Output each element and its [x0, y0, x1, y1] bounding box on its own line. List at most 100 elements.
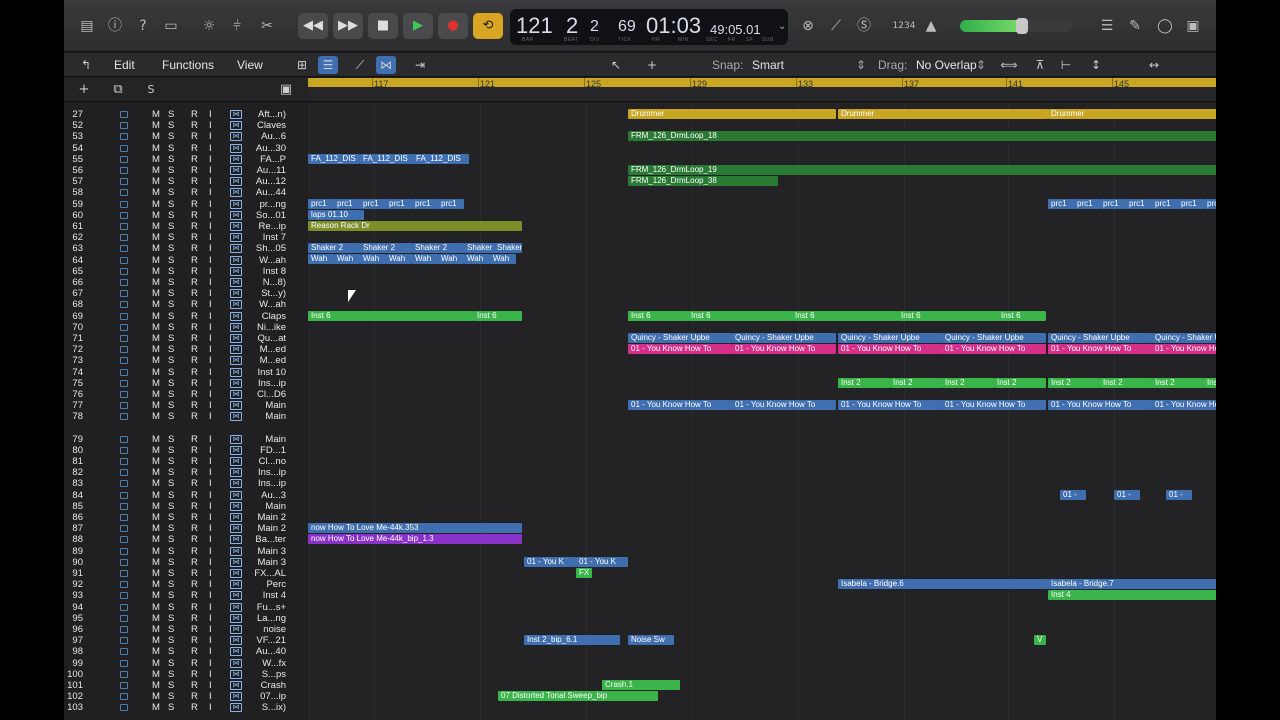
- track-name[interactable]: 07...ip: [226, 691, 286, 702]
- input-monitor-button[interactable]: I: [209, 243, 212, 254]
- region[interactable]: Inst 2: [994, 378, 1046, 388]
- mute-button[interactable]: M: [152, 277, 160, 288]
- track-name[interactable]: M...ed: [226, 355, 286, 366]
- input-monitor-button[interactable]: I: [209, 322, 212, 333]
- volume-knob[interactable]: [1016, 18, 1028, 34]
- input-monitor-button[interactable]: I: [209, 221, 212, 232]
- track-name[interactable]: Ins...ip: [226, 467, 286, 478]
- region[interactable]: Inst 6: [474, 311, 522, 321]
- solo-button[interactable]: S: [168, 490, 174, 501]
- input-monitor-button[interactable]: I: [209, 658, 212, 669]
- track-row[interactable]: 55 M S R I ⋈ FA...P: [64, 154, 308, 165]
- region[interactable]: Inst 2_bip_6.1: [524, 635, 620, 645]
- record-enable-button[interactable]: R: [191, 232, 198, 243]
- record-enable-button[interactable]: R: [191, 176, 198, 187]
- region[interactable]: Inst 6: [628, 311, 688, 321]
- track-name[interactable]: S...ps: [226, 669, 286, 680]
- track-name[interactable]: Re...ip: [226, 221, 286, 232]
- track-row[interactable]: 80 M S R I ⋈ FD...1: [64, 445, 308, 456]
- mute-button[interactable]: M: [152, 109, 160, 120]
- solo-button[interactable]: S: [168, 277, 174, 288]
- mute-button[interactable]: M: [152, 702, 160, 713]
- solo-button[interactable]: S: [168, 299, 174, 310]
- track-row[interactable]: 91 M S R I ⋈ FX...AL: [64, 568, 308, 579]
- lcd-display[interactable]: 121 2 2 69 01:03 49:05.01 BAR BEAT DIV T…: [510, 9, 788, 45]
- input-monitor-button[interactable]: I: [209, 176, 212, 187]
- mute-button[interactable]: M: [152, 367, 160, 378]
- solo-button[interactable]: S: [168, 344, 174, 355]
- solo-button[interactable]: S: [168, 187, 174, 198]
- input-monitor-button[interactable]: I: [209, 501, 212, 512]
- record-enable-button[interactable]: R: [191, 266, 198, 277]
- track-row[interactable]: 99 M S R I ⋈ W...fx: [64, 658, 308, 669]
- input-monitor-button[interactable]: I: [209, 411, 212, 422]
- region[interactable]: Drummer: [1048, 109, 1216, 119]
- solo-button[interactable]: S: [168, 411, 174, 422]
- record-enable-button[interactable]: R: [191, 624, 198, 635]
- track-row[interactable]: 27 M S R I ⋈ Aft...n): [64, 109, 308, 120]
- input-monitor-button[interactable]: I: [209, 635, 212, 646]
- track-row[interactable]: 100 M S R I ⋈ S...ps: [64, 669, 308, 680]
- track-name[interactable]: Inst 10: [226, 367, 286, 378]
- mute-button[interactable]: M: [152, 187, 160, 198]
- solo-button[interactable]: S: [168, 579, 174, 590]
- region[interactable]: prc1: [386, 199, 412, 209]
- region[interactable]: Inst 6: [998, 311, 1046, 321]
- solo-icon[interactable]: Ⓢ: [853, 15, 875, 37]
- region[interactable]: FX: [576, 568, 592, 578]
- record-enable-button[interactable]: R: [191, 165, 198, 176]
- region[interactable]: Quincy - Shaker Upbe: [1152, 333, 1216, 343]
- region[interactable]: Inst 6: [688, 311, 792, 321]
- solo-button[interactable]: S: [168, 467, 174, 478]
- region[interactable]: Inst 2: [1152, 378, 1204, 388]
- region[interactable]: laps 01.10: [308, 210, 364, 220]
- solo-button[interactable]: S: [168, 266, 174, 277]
- region[interactable]: FRM_126_DrmLoop_38: [628, 176, 778, 186]
- grid-view-icon[interactable]: ⊞: [292, 56, 312, 74]
- track-row[interactable]: 82 M S R I ⋈ Ins...ip: [64, 467, 308, 478]
- metronome-icon[interactable]: ▲: [920, 15, 942, 37]
- region[interactable]: FA_112_DIS: [308, 154, 360, 164]
- region[interactable]: Inst 6: [308, 311, 474, 321]
- mute-button[interactable]: M: [152, 467, 160, 478]
- input-monitor-button[interactable]: I: [209, 568, 212, 579]
- input-monitor-button[interactable]: I: [209, 210, 212, 221]
- track-name[interactable]: W...ah: [226, 255, 286, 266]
- track-row[interactable]: 72 M S R I ⋈ M...ed: [64, 344, 308, 355]
- track-name[interactable]: Au...30: [226, 143, 286, 154]
- mute-button[interactable]: M: [152, 120, 160, 131]
- duplicate-track-icon[interactable]: ⧉: [108, 81, 128, 99]
- track-row[interactable]: 68 M S R I ⋈ W...ah: [64, 299, 308, 310]
- browsers-icon[interactable]: ▣: [1182, 15, 1204, 37]
- rewind-button[interactable]: ◀◀: [298, 13, 328, 39]
- solo-button[interactable]: S: [168, 478, 174, 489]
- track-name[interactable]: Sh...05: [226, 243, 286, 254]
- help-icon[interactable]: ?: [132, 15, 154, 37]
- mute-button[interactable]: M: [152, 546, 160, 557]
- mute-button[interactable]: M: [152, 590, 160, 601]
- mute-button[interactable]: M: [152, 378, 160, 389]
- region[interactable]: Shaker 2: [308, 243, 360, 253]
- track-row[interactable]: 69 M S R I ⋈ Claps: [64, 311, 308, 322]
- region[interactable]: Quincy - Shaker Upbe: [942, 333, 1046, 343]
- region[interactable]: 01 - You Know How To: [1152, 344, 1216, 354]
- track-name[interactable]: Main 2: [226, 512, 286, 523]
- tuner-icon[interactable]: ⟋: [825, 15, 847, 37]
- solo-button[interactable]: S: [168, 635, 174, 646]
- track-row[interactable]: 97 M S R I ⋈ VF...21: [64, 635, 308, 646]
- fast-forward-button[interactable]: ▶▶: [333, 13, 363, 39]
- track-name[interactable]: Ins...ip: [226, 478, 286, 489]
- region[interactable]: prc1: [1152, 199, 1178, 209]
- input-monitor-button[interactable]: I: [209, 691, 212, 702]
- bar-ruler[interactable]: 117 121 125 129 133 137 141 145: [308, 78, 1216, 102]
- track-name[interactable]: Cl...no: [226, 456, 286, 467]
- region[interactable]: 01 - You Know How To: [628, 400, 732, 410]
- record-enable-button[interactable]: R: [191, 210, 198, 221]
- input-monitor-button[interactable]: I: [209, 277, 212, 288]
- region[interactable]: Wah: [334, 254, 360, 264]
- region[interactable]: prc1: [1178, 199, 1204, 209]
- cycle-region[interactable]: [308, 78, 1216, 87]
- catch-icon[interactable]: ☰: [318, 56, 338, 74]
- record-enable-button[interactable]: R: [191, 658, 198, 669]
- mute-button[interactable]: M: [152, 557, 160, 568]
